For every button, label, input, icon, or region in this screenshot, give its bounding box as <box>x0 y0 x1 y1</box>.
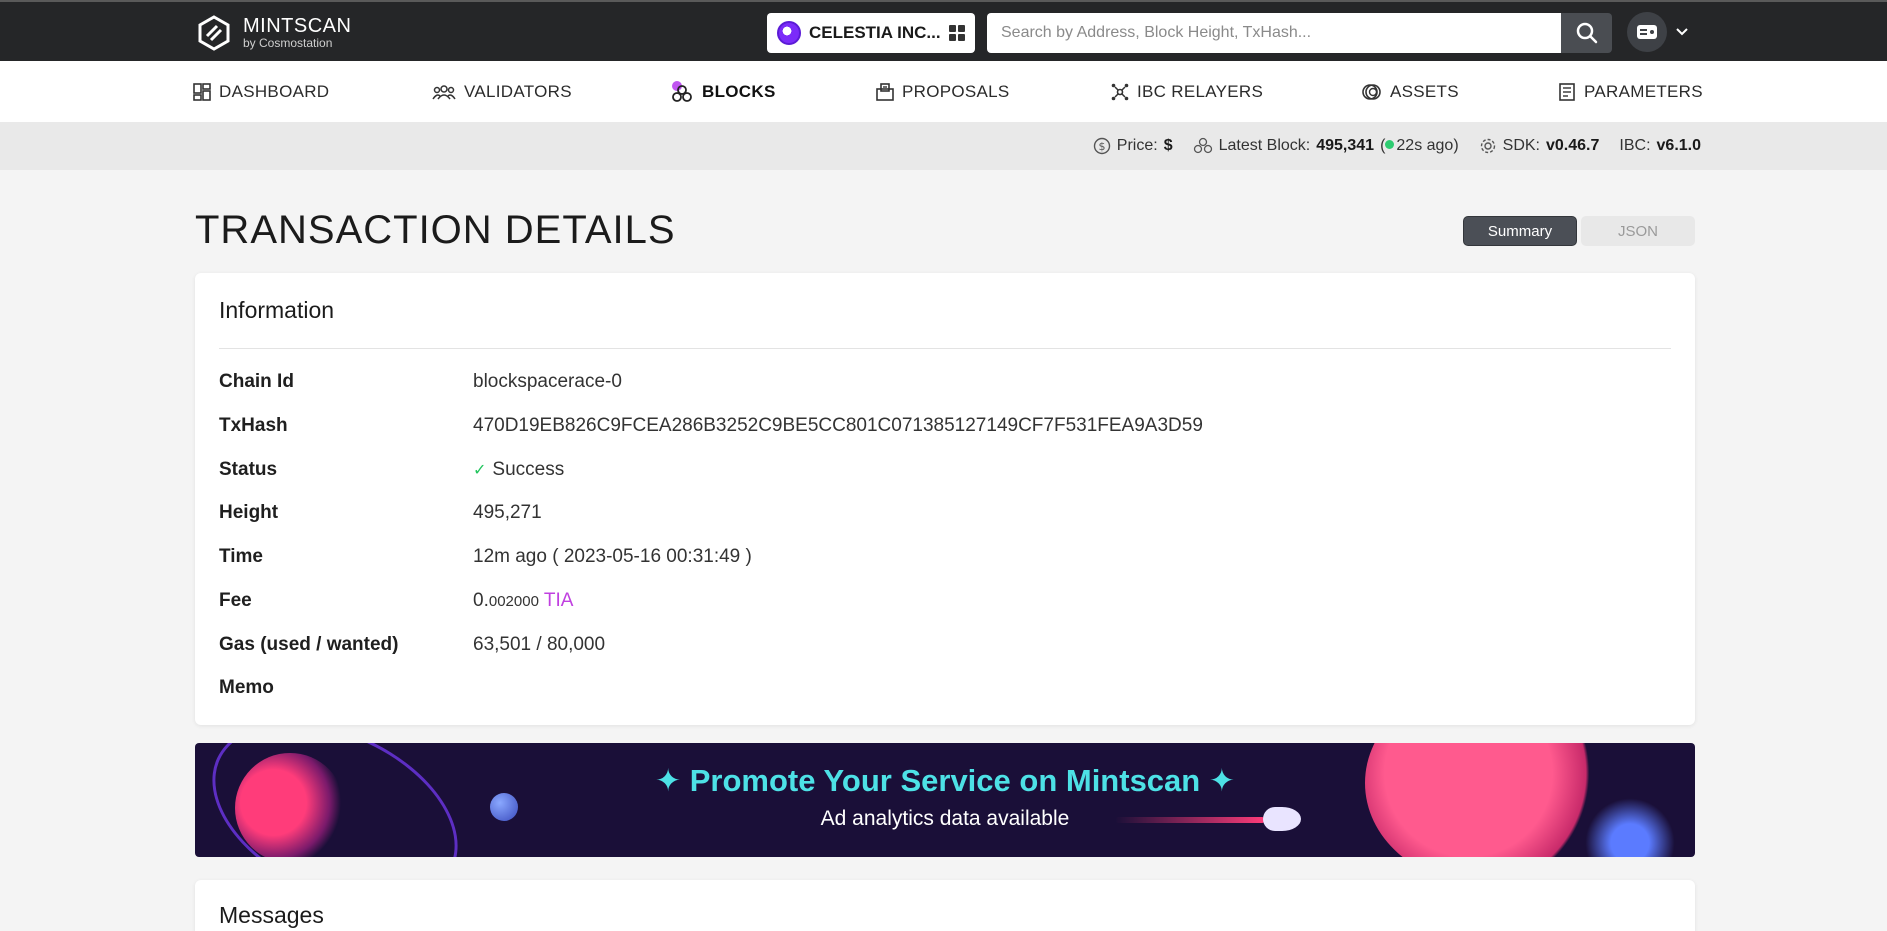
price-status: $ Price: $ <box>1093 137 1173 155</box>
nav-ibc-relayers[interactable]: IBC RELAYERS <box>1111 61 1263 122</box>
mintscan-logo-icon <box>198 15 230 51</box>
nav-proposals-label: PROPOSALS <box>902 81 1010 101</box>
relayers-icon <box>1111 83 1129 100</box>
nav-parameters[interactable]: PARAMETERS <box>1558 61 1703 122</box>
memo-label: Memo <box>219 677 274 698</box>
network-status-bar: $ Price: $ Latest Block: 495,341 (22s ago… <box>0 122 1887 170</box>
nav-blocks-label: BLOCKS <box>702 81 776 101</box>
grid-icon <box>949 25 965 41</box>
fee-label: Fee <box>219 590 252 611</box>
svg-text:$: $ <box>1098 140 1105 153</box>
nav-dashboard-label: DASHBOARD <box>219 81 330 101</box>
assets-icon <box>1362 83 1381 100</box>
promo-banner[interactable]: ✦ Promote Your Service on Mintscan ✦ Ad … <box>195 743 1695 857</box>
top-bar: MINTSCAN by Cosmostation CELESTIA INC... <box>0 0 1887 61</box>
page-title: TRANSACTION DETAILS <box>195 208 676 252</box>
height-row: Height 495,271 <box>219 498 542 528</box>
latest-block-label: Latest Block: <box>1218 137 1311 154</box>
information-card: Information Chain Id blockspacerace-0 Tx… <box>195 273 1695 725</box>
fee-decimal: 002000 <box>488 593 539 610</box>
ibc-label: IBC: <box>1619 137 1651 154</box>
chain-id-label: Chain Id <box>219 371 294 392</box>
nav-proposals[interactable]: PROPOSALS <box>876 61 1010 122</box>
search-icon <box>1576 22 1597 44</box>
proposals-icon <box>876 82 894 101</box>
search-button[interactable] <box>1561 13 1612 53</box>
time-value: 12m ago ( 2023-05-16 00:31:49 ) <box>473 546 752 567</box>
search-input[interactable] <box>987 13 1561 53</box>
chevron-down-icon <box>1676 28 1688 36</box>
latest-block-value[interactable]: 495,341 <box>1316 137 1374 155</box>
information-title: Information <box>219 297 335 323</box>
price-label: Price: <box>1116 137 1158 154</box>
brand-sub: by Cosmostation <box>243 36 333 50</box>
height-label: Height <box>219 502 279 523</box>
mintscan-logo[interactable]: MINTSCAN by Cosmostation <box>195 14 351 52</box>
nav-validators-label: VALIDATORS <box>464 81 572 101</box>
banner-subline: Ad analytics data available <box>820 807 1070 830</box>
nav-assets[interactable]: ASSETS <box>1362 61 1459 122</box>
check-icon: ✓ <box>473 462 487 479</box>
status-label: Status <box>219 459 278 480</box>
blocks-icon <box>672 80 692 102</box>
dollar-icon: $ <box>1093 137 1110 155</box>
messages-title: Messages <box>219 902 324 928</box>
txhash-value: 470D19EB826C9FCEA286B3252C9BE5CC801C0713… <box>473 415 1203 436</box>
json-tab[interactable]: JSON <box>1581 216 1695 246</box>
gear-icon <box>1480 138 1495 154</box>
account-menu[interactable] <box>1627 12 1689 52</box>
nav-assets-label: ASSETS <box>1390 81 1459 101</box>
chain-selector[interactable]: CELESTIA INC... <box>767 13 975 53</box>
latest-block-status: Latest Block: 495,341 (22s ago) <box>1193 137 1459 155</box>
ring-left-decoration <box>195 743 487 857</box>
price-value: $ <box>1163 137 1173 154</box>
validators-icon <box>432 84 456 99</box>
time-label: Time <box>219 546 264 567</box>
nav-ibc-relayers-label: IBC RELAYERS <box>1137 81 1264 101</box>
nav-blocks[interactable]: BLOCKS <box>670 61 776 122</box>
sdk-label: SDK: <box>1502 137 1540 154</box>
celestia-chain-icon <box>777 21 801 45</box>
parameters-icon <box>1559 82 1575 101</box>
blocks-cluster-icon <box>1193 137 1212 154</box>
time-row: Time 12m ago ( 2023-05-16 00:31:49 ) <box>219 542 752 572</box>
ibc-status: IBC: v6.1.0 <box>1619 137 1701 155</box>
search-bar <box>987 13 1612 53</box>
divider <box>219 348 1671 349</box>
gas-label: Gas (used / wanted) <box>219 634 399 655</box>
gas-value: 63,501 / 80,000 <box>473 634 606 655</box>
view-toggle: Summary JSON <box>1463 216 1695 246</box>
sdk-status: SDK: v0.46.7 <box>1479 137 1600 155</box>
txhash-label: TxHash <box>219 415 288 436</box>
txhash-row: TxHash 470D19EB826C9FCEA286B3252C9BE5CC8… <box>219 411 1203 441</box>
dashboard-icon <box>193 82 211 101</box>
banner-headline: ✦ Promote Your Service on Mintscan ✦ <box>655 763 1235 798</box>
sdk-value: v0.46.7 <box>1546 137 1600 154</box>
messages-card: Messages <box>195 880 1695 931</box>
fee-denom: TIA <box>543 590 574 611</box>
brand-name: MINTSCAN <box>243 15 352 37</box>
live-dot-icon <box>1385 140 1395 149</box>
summary-tab[interactable]: Summary <box>1463 216 1577 246</box>
fee-int: 0. <box>473 590 489 611</box>
nav-validators[interactable]: VALIDATORS <box>432 61 572 122</box>
fee-row: Fee 0.002000 TIA <box>219 586 573 616</box>
height-link[interactable]: 495,271 <box>473 502 542 524</box>
status-row: Status ✓ Success <box>219 455 564 485</box>
latest-block-ago: 22s ago <box>1396 137 1454 154</box>
planet-right-decoration <box>1365 743 1595 857</box>
nav-parameters-label: PARAMETERS <box>1584 81 1703 101</box>
status-value: Success <box>492 459 565 480</box>
chain-id-row: Chain Id blockspacerace-0 <box>219 367 622 397</box>
ibc-value: v6.1.0 <box>1656 137 1701 154</box>
gas-row: Gas (used / wanted) 63,501 / 80,000 <box>219 630 605 660</box>
main-nav: DASHBOARD VALIDATORS BLOCKS PROPOSALS IB… <box>0 61 1887 122</box>
nav-dashboard[interactable]: DASHBOARD <box>193 61 329 122</box>
chain-name: CELESTIA INC... <box>809 23 941 42</box>
chain-id-value: blockspacerace-0 <box>473 371 622 392</box>
wallet-icon <box>1627 12 1667 52</box>
memo-row: Memo <box>219 673 473 703</box>
